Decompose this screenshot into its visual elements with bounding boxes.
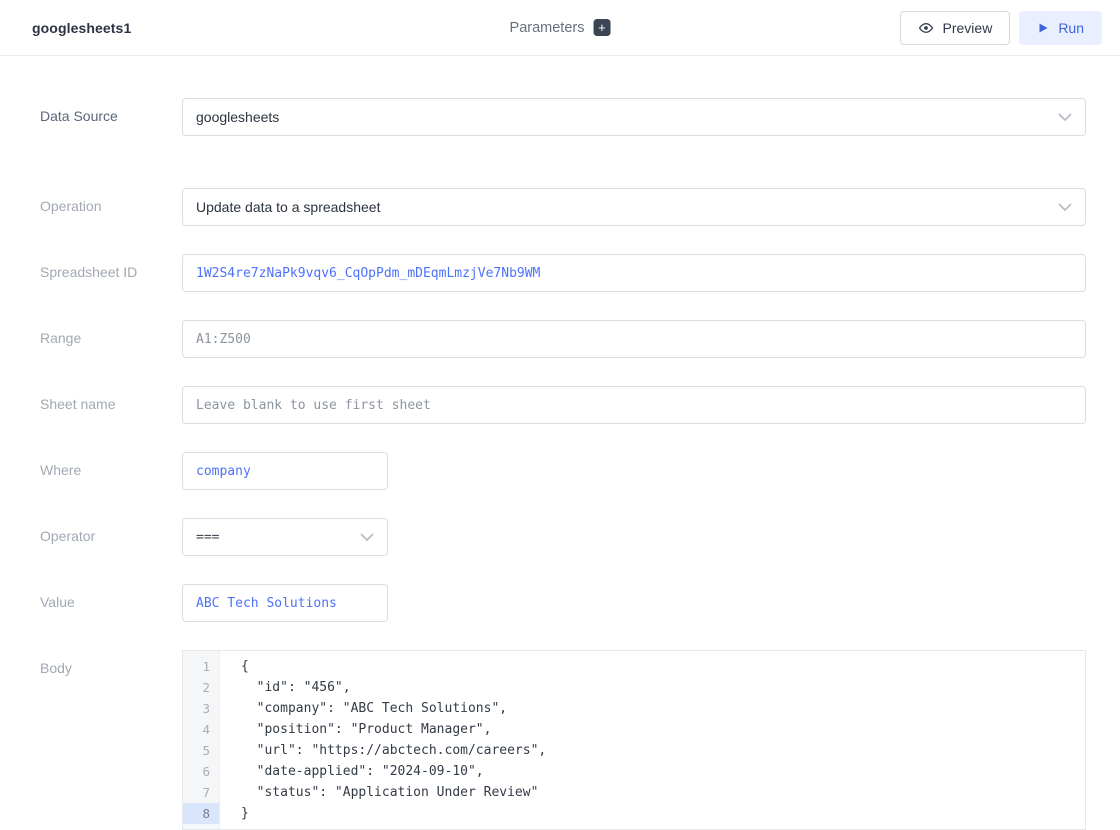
chevron-down-icon [1058,113,1072,122]
field-row-operator: Operator === [40,518,1086,556]
query-header: googlesheets1 Parameters + Preview Run [0,0,1120,56]
parameters-section: Parameters + [510,19,611,36]
code-line: "date-applied": "2024-09-10", [241,761,1085,782]
header-actions: Preview Run [900,11,1102,45]
plus-icon: + [598,20,606,35]
range-input[interactable] [182,320,1086,358]
line-number: 4 [183,719,219,740]
add-parameter-button[interactable]: + [593,19,610,36]
preview-label: Preview [943,20,993,36]
spreadsheet-id-input[interactable] [182,254,1086,292]
field-row-where: Where [40,452,1086,490]
code-line: "company": "ABC Tech Solutions", [241,698,1085,719]
line-number: 6 [183,761,219,782]
operation-value: Update data to a spreadsheet [196,199,380,215]
query-form: Data Source googlesheets Operation Updat… [0,56,1120,830]
chevron-down-icon [360,533,374,542]
line-number: 7 [183,782,219,803]
body-code-editor[interactable]: 1 2 3 4 5 6 7 8 { "id": "456", "company"… [182,650,1086,830]
query-title: googlesheets1 [32,20,131,36]
code-line: "url": "https://abctech.com/careers", [241,740,1085,761]
where-input[interactable] [182,452,388,490]
parameters-label: Parameters [510,20,585,36]
where-label: Where [40,452,182,490]
sheet-name-label: Sheet name [40,386,182,424]
data-source-label: Data Source [40,98,182,136]
field-row-body: Body 1 2 3 4 5 6 7 8 { "id": [40,650,1086,830]
line-number: 3 [183,698,219,719]
field-row-value: Value [40,584,1086,622]
field-row-operation: Operation Update data to a spreadsheet [40,188,1086,226]
line-number: 1 [183,656,219,677]
operation-select[interactable]: Update data to a spreadsheet [182,188,1086,226]
data-source-select[interactable]: googlesheets [182,98,1086,136]
code-line: "position": "Product Manager", [241,719,1085,740]
code-line: "id": "456", [241,677,1085,698]
body-label: Body [40,650,182,830]
value-label: Value [40,584,182,622]
line-number-active: 8 [183,803,219,824]
range-label: Range [40,320,182,358]
code-line: } [241,803,1085,824]
code-line: "status": "Application Under Review" [241,782,1085,803]
field-row-sheet-name: Sheet name [40,386,1086,424]
query-editor-panel: googlesheets1 Parameters + Preview Run [0,0,1120,830]
sheet-name-input[interactable] [182,386,1086,424]
operation-label: Operation [40,188,182,226]
field-row-range: Range [40,320,1086,358]
run-button[interactable]: Run [1019,11,1102,45]
code-content: { "id": "456", "company": "ABC Tech Solu… [220,651,1085,829]
field-row-spreadsheet-id: Spreadsheet ID [40,254,1086,292]
preview-button[interactable]: Preview [900,11,1011,45]
operator-value: === [196,530,219,545]
operator-label: Operator [40,518,182,556]
operator-select[interactable]: === [182,518,388,556]
chevron-down-icon [1058,203,1072,212]
line-number: 5 [183,740,219,761]
value-input[interactable] [182,584,388,622]
line-number-gutter: 1 2 3 4 5 6 7 8 [183,651,220,829]
code-line: { [241,656,1085,677]
line-number: 2 [183,677,219,698]
field-row-data-source: Data Source googlesheets [40,98,1086,136]
data-source-value: googlesheets [196,109,279,125]
eye-icon [918,20,934,36]
spreadsheet-id-label: Spreadsheet ID [40,254,182,292]
run-label: Run [1058,20,1084,36]
play-icon [1037,22,1049,34]
